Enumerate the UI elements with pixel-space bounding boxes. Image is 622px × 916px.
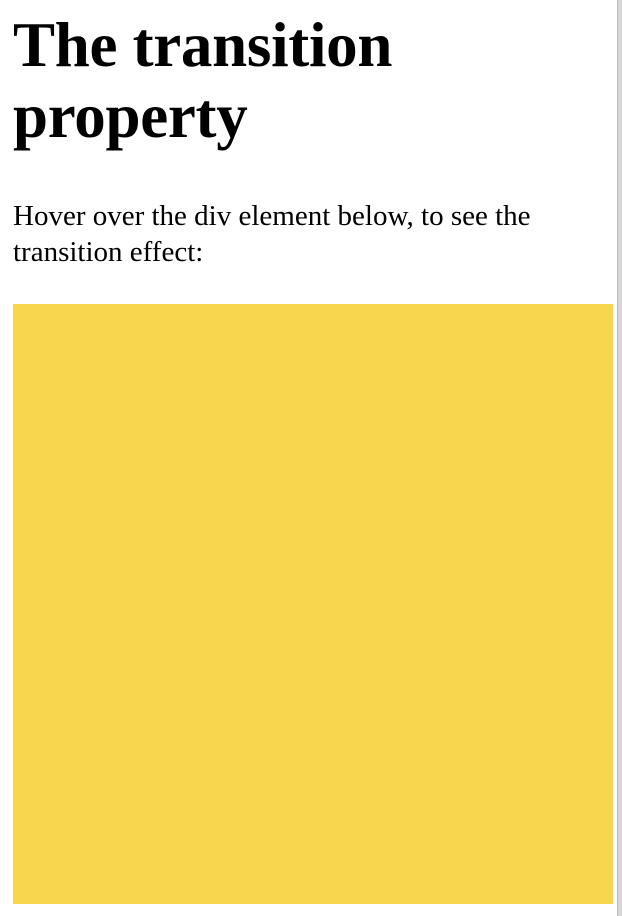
- instruction-text: Hover over the div element below, to see…: [13, 200, 531, 268]
- page-viewport: The transition property Hover over the d…: [0, 0, 617, 916]
- page-title: The transition property: [13, 10, 393, 151]
- transition-demo-box[interactable]: [13, 304, 613, 904]
- vertical-scrollbar[interactable]: [617, 0, 622, 916]
